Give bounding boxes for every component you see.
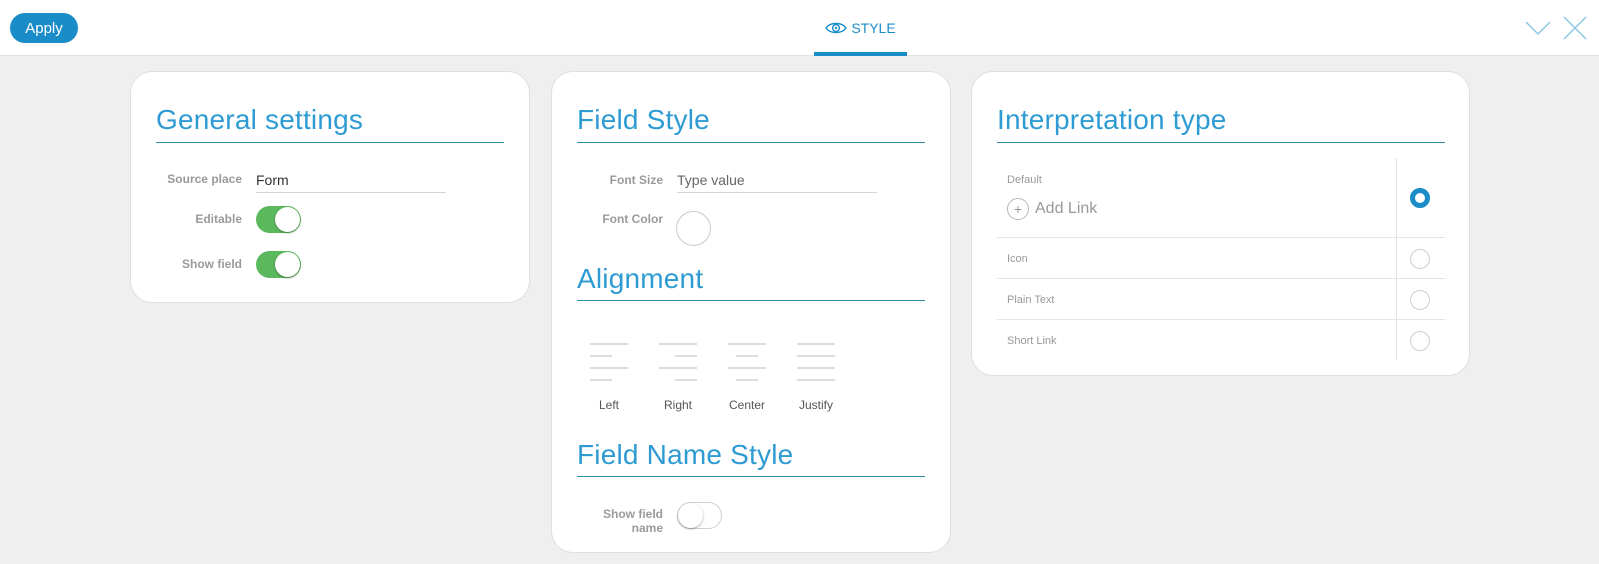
font-color-label: Font Color (602, 212, 663, 226)
align-right-label: Right (663, 398, 692, 412)
source-place-label: Source place (167, 172, 242, 186)
show-field-label: Show field (182, 257, 242, 271)
tab-active-indicator (814, 52, 907, 56)
align-right-option[interactable]: Right (655, 342, 701, 412)
add-link-label: Add Link (1035, 200, 1098, 217)
align-justify-icon (797, 343, 835, 381)
show-field-name-label-line1: Show field (603, 507, 663, 521)
show-field-toggle[interactable] (256, 251, 301, 278)
font-size-label: Font Size (609, 173, 663, 187)
toggle-knob (275, 252, 300, 277)
interpretation-option-short-link[interactable]: Short Link (997, 320, 1445, 361)
align-left-option[interactable]: Left (586, 342, 632, 412)
section-divider (577, 142, 925, 143)
align-center-label: Center (728, 398, 766, 412)
section-divider (997, 142, 1445, 143)
interpretation-type-title: Interpretation type (997, 104, 1227, 135)
add-link-button[interactable]: + Add Link (1007, 198, 1097, 220)
option-label: Default (1007, 174, 1042, 186)
editable-toggle[interactable] (256, 206, 301, 233)
font-size-input[interactable] (677, 167, 877, 193)
align-justify-label: Justify (798, 398, 833, 412)
show-field-name-label-line2: name (631, 521, 663, 535)
show-field-name-toggle[interactable] (677, 502, 722, 529)
option-label: Short Link (1007, 335, 1057, 347)
apply-button[interactable]: Apply (10, 13, 78, 43)
top-bar: Apply STYLE (0, 0, 1599, 56)
radio-plain-text[interactable] (1410, 290, 1430, 310)
field-style-card (551, 71, 951, 553)
tab-style[interactable]: STYLE (814, 0, 907, 56)
field-style-title: Field Style (577, 104, 710, 135)
section-divider (156, 142, 504, 143)
option-label: Plain Text (1007, 294, 1055, 306)
eye-icon (825, 21, 848, 35)
radio-short-link[interactable] (1410, 331, 1430, 351)
font-color-picker[interactable] (676, 211, 711, 246)
close-icon[interactable] (1561, 14, 1589, 42)
general-settings-title: General settings (156, 104, 364, 135)
radio-default[interactable] (1410, 188, 1430, 208)
align-justify-option[interactable]: Justify (793, 342, 839, 412)
chevron-down-icon[interactable] (1524, 14, 1552, 42)
plus-circle-icon: + (1007, 198, 1029, 220)
toggle-knob (275, 207, 300, 232)
radio-icon[interactable] (1410, 249, 1430, 269)
toggle-knob (678, 503, 703, 528)
align-center-option[interactable]: Center (724, 342, 770, 412)
field-name-style-title: Field Name Style (577, 439, 794, 470)
option-label: Icon (1007, 253, 1028, 265)
section-divider (577, 476, 925, 477)
align-left-icon (590, 343, 628, 381)
show-field-name-label: Show field name (570, 507, 663, 535)
alignment-title: Alignment (577, 263, 704, 294)
align-left-label: Left (598, 398, 619, 412)
section-divider (577, 300, 925, 301)
interpretation-option-plain-text[interactable]: Plain Text (997, 279, 1445, 320)
align-right-icon (659, 343, 697, 381)
source-place-input[interactable] (256, 167, 446, 193)
align-center-icon (728, 343, 766, 381)
editable-label: Editable (195, 212, 242, 226)
interpretation-option-icon[interactable]: Icon (997, 238, 1445, 279)
tab-style-label: STYLE (851, 20, 896, 36)
